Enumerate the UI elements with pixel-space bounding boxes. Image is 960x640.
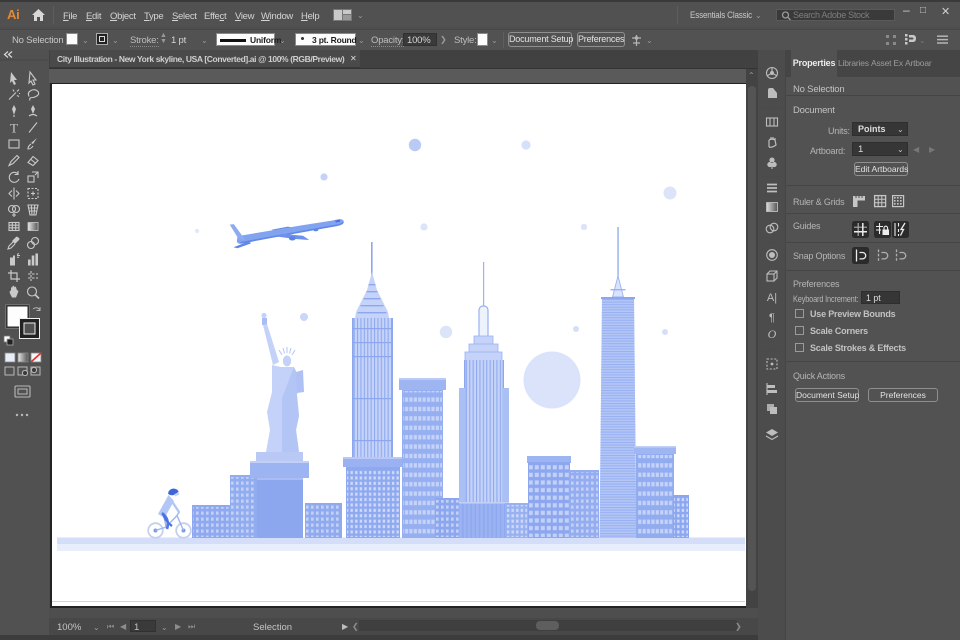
svg-text:¶: ¶ [769,312,775,324]
svg-text:T: T [10,121,18,136]
svg-text:O: O [768,327,777,341]
svg-text:A|: A| [767,292,777,304]
